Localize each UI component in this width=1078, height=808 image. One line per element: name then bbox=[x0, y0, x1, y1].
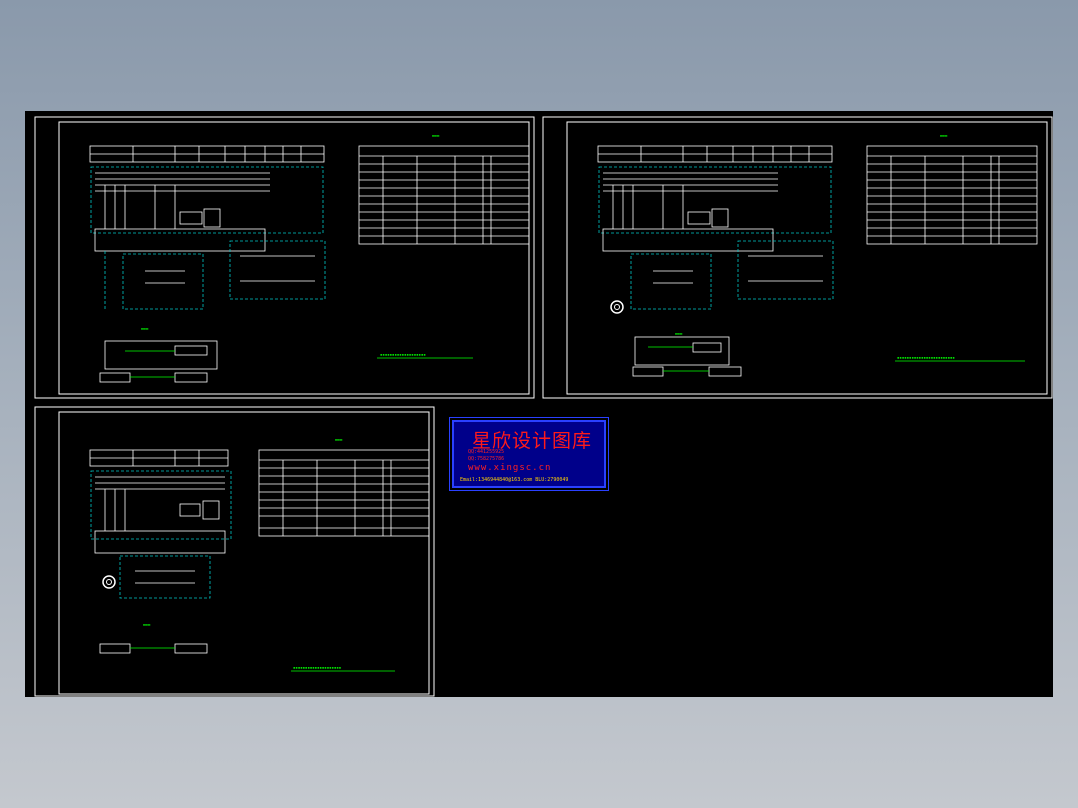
sheet-3-legend bbox=[99, 643, 395, 672]
watermark-url: www.xingsc.cn bbox=[468, 463, 552, 473]
svg-text:▪▪▪▪▪▪▪▪▪▪▪▪▪▪▪▪▪▪▪▪▪▪▪▪: ▪▪▪▪▪▪▪▪▪▪▪▪▪▪▪▪▪▪▪▪▪▪▪▪ bbox=[897, 355, 955, 360]
sheet-3-motor-symbol bbox=[102, 575, 116, 589]
sheet-1-header-strip bbox=[89, 145, 325, 163]
watermark-email: Email:1346944840@163.com BLU:2790049 bbox=[460, 477, 569, 483]
sheet-2-motor-symbol bbox=[610, 300, 624, 314]
sheet-3: ▬▬▬ ▬▬▬ ▪▪▪▪▪▪▪▪▪▪▪▪▪▪▪▪▪▪▪▪ bbox=[34, 406, 435, 697]
sheet-2-circuit bbox=[598, 166, 834, 314]
svg-text:▪▪▪▪▪▪▪▪▪▪▪▪▪▪▪▪▪▪▪: ▪▪▪▪▪▪▪▪▪▪▪▪▪▪▪▪▪▪▪ bbox=[380, 352, 426, 357]
sheet-2-outer-border bbox=[542, 116, 1053, 399]
drawing-canvas[interactable]: ▬▬▬ ▬▬▬ ▪▪▪▪▪▪▪▪▪▪▪▪▪▪▪▪▪▪▪ ▬▬▬ ▬▬▬ ▪▪▪▪… bbox=[25, 111, 1053, 697]
sheet-2-inner-border bbox=[566, 121, 1048, 395]
svg-text:▪▪▪▪▪▪▪▪▪▪▪▪▪▪▪▪▪▪▪▪: ▪▪▪▪▪▪▪▪▪▪▪▪▪▪▪▪▪▪▪▪ bbox=[293, 665, 341, 670]
sheet-1-labels: ▬▬▬ ▬▬▬ ▪▪▪▪▪▪▪▪▪▪▪▪▪▪▪▪▪▪▪ bbox=[141, 133, 440, 357]
svg-text:▬▬▬: ▬▬▬ bbox=[143, 622, 151, 627]
sheet-1-outer-border bbox=[34, 116, 535, 399]
svg-text:▬▬▬: ▬▬▬ bbox=[675, 331, 683, 336]
sheet-1-bom-table bbox=[358, 145, 530, 245]
cad-drawing: ▬▬▬ ▬▬▬ ▪▪▪▪▪▪▪▪▪▪▪▪▪▪▪▪▪▪▪ ▬▬▬ ▬▬▬ ▪▪▪▪… bbox=[34, 116, 1053, 697]
sheet-2-legend bbox=[632, 336, 1025, 377]
sheet-2: ▬▬▬ ▬▬▬ ▪▪▪▪▪▪▪▪▪▪▪▪▪▪▪▪▪▪▪▪▪▪▪▪ bbox=[542, 116, 1053, 399]
svg-text:▬▬▬: ▬▬▬ bbox=[335, 437, 343, 442]
svg-text:▬▬▬: ▬▬▬ bbox=[940, 133, 948, 138]
watermark-line-1: QQ:441255925 bbox=[468, 449, 505, 455]
sheet-2-header-strip bbox=[597, 145, 833, 163]
sheet-1-circuit bbox=[90, 166, 326, 311]
watermark-logo: 星欣设计图库 QQ:441255925 QQ:758275786 www.xin… bbox=[449, 417, 609, 491]
sheet-3-labels: ▬▬▬ ▬▬▬ ▪▪▪▪▪▪▪▪▪▪▪▪▪▪▪▪▪▪▪▪ bbox=[143, 437, 343, 670]
watermark-line-2: QQ:758275786 bbox=[468, 456, 505, 462]
sheet-3-bom-table bbox=[258, 449, 430, 537]
sheet-1-inner-border bbox=[58, 121, 530, 395]
sheet-3-header-strip bbox=[89, 449, 229, 467]
svg-text:▬▬▬: ▬▬▬ bbox=[141, 326, 149, 331]
sheet-3-circuit bbox=[90, 470, 232, 599]
sheet-1-legend bbox=[99, 340, 473, 383]
svg-text:▬▬▬: ▬▬▬ bbox=[432, 133, 440, 138]
sheet-2-bom-table bbox=[866, 145, 1038, 245]
sheet-1: ▬▬▬ ▬▬▬ ▪▪▪▪▪▪▪▪▪▪▪▪▪▪▪▪▪▪▪ bbox=[34, 116, 535, 399]
